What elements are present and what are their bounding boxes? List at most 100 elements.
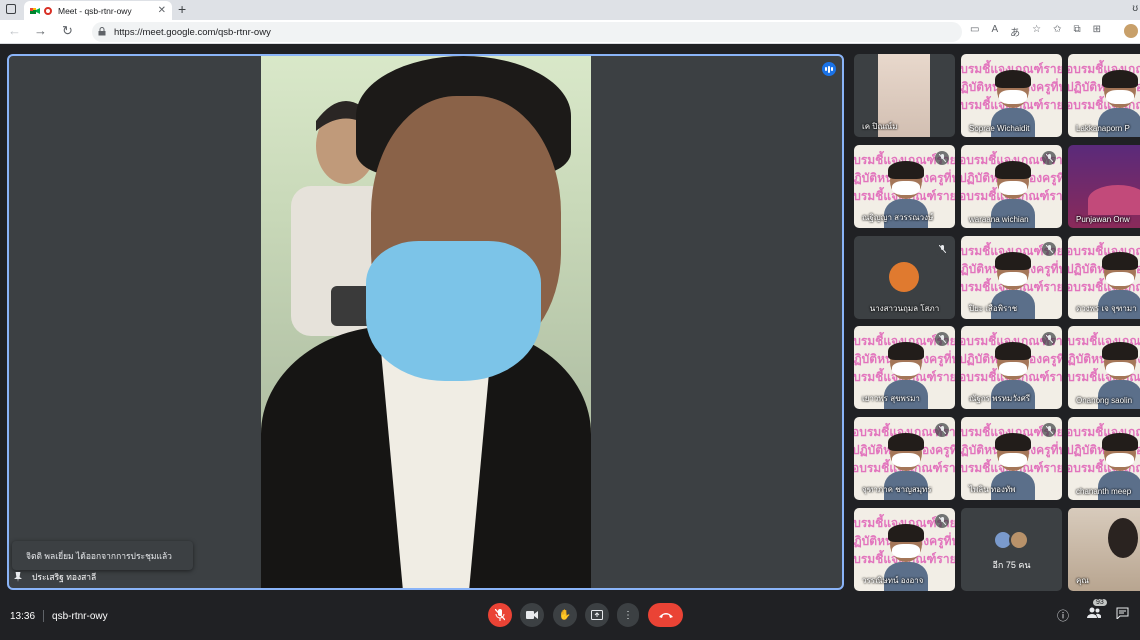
tab-close-icon[interactable]: ✕	[158, 5, 166, 16]
participant-name: ณัฐกร พรหมวังศรี	[969, 394, 1031, 403]
present-icon	[591, 610, 603, 620]
participant-tile[interactable]: นางสาวนฤมล โสภา	[854, 236, 955, 319]
speaker-mask	[366, 241, 541, 381]
new-tab-button[interactable]: +	[178, 1, 186, 17]
participant-tile[interactable]: อบรมชี้แจงเกณฑ์รายงานปฏิบัติหน้าที่ของคร…	[961, 417, 1062, 500]
participant-tile[interactable]: อบรมชี้แจงเกณฑ์รายงานปฏิบัติหน้าที่ของคร…	[854, 326, 955, 409]
collections-icon[interactable]: ⧉	[1073, 24, 1080, 39]
participant-tile[interactable]: อบรมชี้แจงเกณฑ์รายงานปฏิบัติหน้าที่ของคร…	[1068, 54, 1140, 137]
lock-icon	[98, 26, 106, 38]
participant-tile[interactable]: Punjawan Onw	[1068, 145, 1140, 228]
more-vert-icon: ⋮	[623, 609, 633, 621]
toolbar-icons: ▭ A あ ☆ ✩ ⧉ ⊞	[970, 24, 1101, 39]
main-speaker-name: ประเสริฐ ทองสาลี	[32, 572, 97, 582]
camera-toggle-button[interactable]	[520, 603, 544, 627]
participant-name: ไพลิน ทองทัพ	[969, 485, 1016, 494]
mic-toggle-button[interactable]	[488, 603, 512, 627]
participant-name: ณฐิญญา สวรรณวงษ์	[862, 213, 934, 222]
self-video	[1108, 518, 1138, 558]
participant-tile[interactable]: อบรมชี้แจงเกณฑ์รายงานปฏิบัติหน้าที่ของคร…	[961, 145, 1062, 228]
participant-name: waraana wichian	[969, 215, 1029, 224]
participant-tile[interactable]: อีก 75 คน	[961, 508, 1062, 591]
participant-count-badge: 93	[1093, 599, 1107, 606]
meeting-time: 13:36	[10, 610, 36, 622]
mic-off-icon	[495, 609, 505, 621]
mic-off-icon	[935, 423, 949, 437]
participant-name: วรรณิษทน์ องอาจ	[862, 576, 924, 585]
main-speaker-label: ประเสริฐ ทองสาลี	[14, 570, 96, 584]
participant-name: chananth meep	[1076, 487, 1132, 496]
participant-name: คุณ	[1076, 576, 1089, 585]
people-icon[interactable]	[1087, 607, 1102, 622]
mic-off-icon	[935, 332, 949, 346]
participant-name: Soprae Wichaidit	[969, 124, 1030, 133]
mic-off-icon	[1042, 242, 1056, 256]
meeting-info: 13:36 qsb-rtnr-owy	[10, 610, 108, 622]
meeting-details-icon[interactable]: ⓘ	[1057, 607, 1069, 624]
participant-tile[interactable]: เค ปิณณ์ม	[854, 54, 955, 137]
participant-name: Onanong saolin	[1076, 396, 1133, 405]
main-speaker-tile[interactable]	[7, 54, 844, 590]
bookmark-icon[interactable]: ☆	[1032, 24, 1041, 39]
forward-icon[interactable]: →	[34, 23, 47, 38]
participant-tile[interactable]: อบรมชี้แจงเกณฑ์รายงานปฏิบัติหน้าที่ของคร…	[961, 236, 1062, 319]
mic-off-icon	[935, 514, 949, 528]
leave-notification-toast: จิตติ พลเยี่ยม ได้ออกจากการประชุมแล้ว	[12, 541, 193, 570]
more-participants-label: อีก 75 คน	[992, 560, 1031, 570]
avatar	[889, 262, 919, 292]
participant-tile[interactable]: อบรมชี้แจงเกณฑ์รายงานปฏิบัติหน้าที่ของคร…	[854, 417, 955, 500]
tab-search-icon[interactable]	[6, 4, 16, 14]
participant-background	[1088, 185, 1140, 215]
leave-call-button[interactable]	[648, 603, 683, 627]
participant-name: จุฑาภาค ชาญสมุทร	[862, 485, 932, 494]
profile-menu-icon[interactable]: ʊ	[1132, 3, 1138, 14]
pin-icon[interactable]	[14, 572, 22, 582]
extensions-icon[interactable]: ⊞	[1093, 24, 1101, 39]
participant-tile[interactable]: อบรมชี้แจงเกณฑ์รายงานปฏิบัติหน้าที่ของคร…	[1068, 417, 1140, 500]
favorites-icon[interactable]: ✩	[1053, 24, 1061, 39]
camera-icon	[526, 611, 538, 619]
hangup-icon	[658, 613, 673, 618]
participant-name: ปิยะ เสือพิราช	[969, 304, 1018, 313]
participant-tile[interactable]: อบรมชี้แจงเกณฑ์รายงานปฏิบัติหน้าที่ของคร…	[1068, 326, 1140, 409]
participant-name: เยาวพร สุขพรมา	[862, 394, 920, 403]
mic-off-icon	[935, 151, 949, 165]
speaking-indicator-icon	[822, 62, 836, 76]
mic-off-icon	[1042, 332, 1056, 346]
participant-tile[interactable]: อบรมชี้แจงเกณฑ์รายงานปฏิบัติหน้าที่ของคร…	[854, 508, 955, 591]
raise-hand-button[interactable]: ✋	[553, 603, 577, 627]
camera-indicator-icon[interactable]: ▭	[970, 24, 979, 39]
hand-icon: ✋	[558, 609, 572, 621]
browser-toolbar: ← → ↻ https://meet.google.com/qsb-rtnr-o…	[0, 20, 1140, 44]
tab-strip: Meet - qsb-rtnr-owy ✕ + ʊ	[0, 0, 1140, 20]
participant-tile[interactable]: คุณ	[1068, 508, 1140, 591]
read-aloud-icon[interactable]: A	[991, 24, 998, 39]
meet-logo-icon	[30, 6, 40, 16]
tab-meet[interactable]: Meet - qsb-rtnr-owy ✕	[24, 1, 172, 20]
divider	[43, 610, 45, 622]
speaker-video	[261, 56, 591, 588]
mic-off-icon	[1042, 423, 1056, 437]
participant-tile[interactable]: อบรมชี้แจงเกณฑ์รายงานปฏิบัติหน้าที่ของคร…	[961, 54, 1062, 137]
mic-off-icon	[1042, 151, 1056, 165]
participant-name: ดวงพร เจ จุฑามา	[1076, 304, 1137, 313]
reload-icon[interactable]: ↻	[62, 23, 73, 39]
chat-icon[interactable]	[1116, 607, 1129, 622]
participant-name: เค ปิณณ์ม	[862, 122, 898, 131]
back-icon[interactable]: ←	[8, 23, 21, 38]
participant-tile[interactable]: อบรมชี้แจงเกณฑ์รายงานปฏิบัติหน้าที่ของคร…	[961, 326, 1062, 409]
mic-off-icon	[935, 242, 949, 256]
meeting-code: qsb-rtnr-owy	[52, 610, 108, 622]
avatar	[1009, 530, 1029, 550]
participant-name: Lakkanaporn P	[1076, 124, 1130, 133]
more-options-button[interactable]: ⋮	[617, 603, 639, 627]
participant-name: Punjawan Onw	[1076, 215, 1130, 224]
tab-title: Meet - qsb-rtnr-owy	[58, 5, 132, 16]
url-text: https://meet.google.com/qsb-rtnr-owy	[114, 26, 271, 38]
participant-tile[interactable]: อบรมชี้แจงเกณฑ์รายงานปฏิบัติหน้าที่ของคร…	[1068, 236, 1140, 319]
translate-icon[interactable]: あ	[1010, 24, 1020, 39]
address-bar[interactable]: https://meet.google.com/qsb-rtnr-owy	[92, 22, 962, 42]
participant-tile[interactable]: อบรมชี้แจงเกณฑ์รายงานปฏิบัติหน้าที่ของคร…	[854, 145, 955, 228]
present-button[interactable]	[585, 603, 609, 627]
profile-avatar[interactable]	[1124, 24, 1138, 38]
